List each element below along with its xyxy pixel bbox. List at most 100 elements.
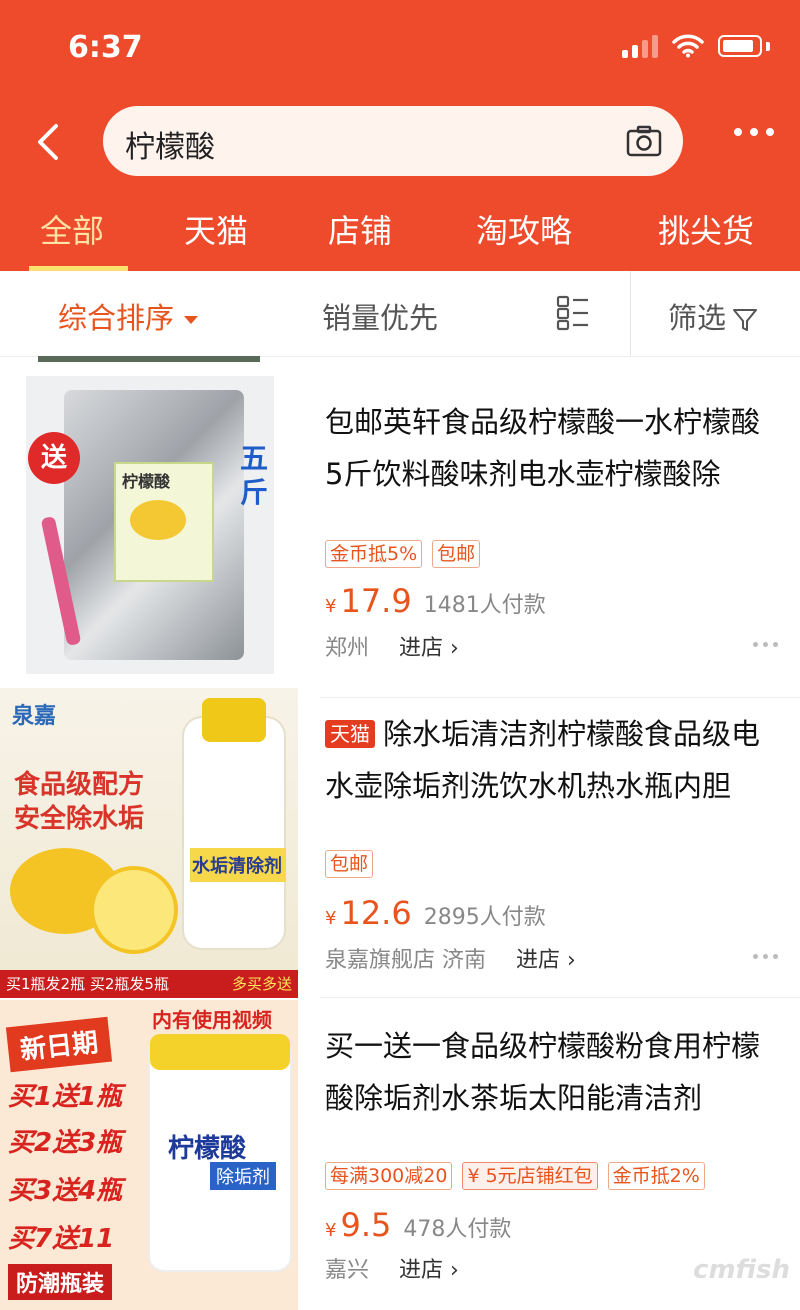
offer-3: 买3送4瓶 [8, 1170, 122, 1207]
product-item[interactable]: 泉嘉 食品级配方 安全除水垢 水垢清除剂 买1瓶发2瓶 买2瓶发5瓶 多买多送 … [0, 688, 800, 998]
tag: 金币抵5% [325, 540, 422, 568]
product-item[interactable]: 柠檬酸 送 五斤 包邮英轩食品级柠檬酸一水柠檬酸5斤饮料酸味剂电水壶柠檬酸除 金… [0, 376, 800, 686]
grid-view-icon[interactable] [556, 295, 590, 331]
gift-badge: 送 [28, 432, 80, 484]
location: 济南 [442, 948, 486, 973]
tab-tmall[interactable]: 天猫 [184, 206, 248, 252]
sort-divider [630, 271, 631, 356]
price-value: 9.5 [340, 1206, 391, 1244]
jar-sublabel: 除垢剂 [210, 1162, 276, 1190]
filter-icon [732, 307, 758, 333]
search-query: 柠檬酸 [125, 122, 215, 166]
lemon-slice-graphic [90, 866, 178, 954]
promo-text: 买1瓶发2瓶 买2瓶发5瓶 [6, 970, 169, 998]
tag: 包邮 [325, 850, 373, 878]
back-arrow-icon[interactable] [28, 120, 72, 164]
tag-row: 包邮 [325, 850, 373, 878]
watermark: cmfish [693, 1255, 790, 1285]
tab-bar: 全部 天猫 店铺 淘攻略 挑尖货 [0, 206, 800, 256]
search-input[interactable]: 柠檬酸 [103, 106, 683, 176]
battery-icon [718, 35, 762, 57]
offer-2: 买2送3瓶 [8, 1122, 122, 1159]
image-headline: 食品级配方 [14, 764, 144, 801]
caret-down-icon [184, 316, 198, 324]
tab-shops[interactable]: 店铺 [328, 206, 392, 252]
tab-premium[interactable]: 挑尖货 [658, 206, 754, 252]
header-bar: 6:37 柠檬酸 全部 天猫 店铺 淘攻略 挑尖货 [0, 0, 800, 271]
product-title-text: 除水垢清洁剂柠檬酸食品级电水壶除垢剂洗饮水机热水瓶内胆 [325, 717, 760, 803]
sort-bar: 综合排序 销量优先 筛选 [0, 271, 800, 357]
product-image[interactable]: 新日期 内有使用视频 买1送1瓶 买2送3瓶 买3送4瓶 买7送11 柠檬酸 除… [0, 1000, 298, 1310]
shop-row: 泉嘉旗舰店 济南 进店 › [325, 942, 576, 974]
filter-button[interactable]: 筛选 [668, 295, 758, 337]
tag: ¥ 5元店铺红包 [462, 1162, 597, 1190]
product-image[interactable]: 泉嘉 食品级配方 安全除水垢 水垢清除剂 买1瓶发2瓶 买2瓶发5瓶 多买多送 [0, 688, 298, 998]
price-row: ¥12.6 2895人付款 [325, 894, 546, 932]
item-separator [320, 997, 800, 998]
brand-logo: 泉嘉 [12, 698, 56, 730]
enter-shop-link[interactable]: 进店 › [399, 630, 459, 662]
more-icon[interactable] [753, 954, 778, 959]
sold-count: 2895人付款 [424, 899, 546, 931]
sold-count: 478人付款 [403, 1211, 511, 1243]
tab-all[interactable]: 全部 [40, 206, 104, 252]
price-value: 17.9 [340, 582, 411, 620]
more-icon[interactable] [753, 642, 778, 647]
enter-shop-link[interactable]: 进店 › [516, 942, 576, 974]
previous-item-edge [38, 356, 260, 362]
offer-1: 买1送1瓶 [8, 1076, 122, 1113]
sold-count: 1481人付款 [424, 587, 546, 619]
filter-label: 筛选 [668, 301, 726, 335]
product-title[interactable]: 买一送一食品级柠檬酸粉食用柠檬酸除垢剂水茶垢太阳能清洁剂 [325, 1020, 775, 1124]
sort-comprehensive-label: 综合排序 [58, 301, 174, 335]
shop-and-location: 泉嘉旗舰店 济南 [325, 942, 486, 974]
price: ¥12.6 [325, 894, 412, 932]
offer-4: 买7送11 [8, 1218, 114, 1255]
status-time: 6:37 [68, 30, 143, 65]
tab-guides[interactable]: 淘攻略 [476, 206, 572, 252]
status-icons [622, 34, 770, 58]
location: 郑州 [325, 630, 369, 662]
product-image[interactable]: 柠檬酸 送 五斤 [26, 376, 274, 674]
tag: 包邮 [432, 540, 480, 568]
bottle-cap [202, 698, 266, 742]
jar-label: 柠檬酸 [168, 1128, 246, 1165]
sort-sales[interactable]: 销量优先 [322, 295, 438, 337]
bag-label: 柠檬酸 [122, 468, 170, 492]
tag: 每满300减20 [325, 1162, 452, 1190]
image-subheadline: 安全除水垢 [14, 798, 144, 835]
sort-comprehensive[interactable]: 综合排序 [58, 295, 198, 337]
battery-tip [766, 42, 770, 51]
product-title[interactable]: 天猫除水垢清洁剂柠檬酸食品级电水壶除垢剂洗饮水机热水瓶内胆 [325, 708, 775, 812]
more-options-icon[interactable] [734, 128, 774, 136]
camera-icon[interactable] [625, 122, 663, 160]
price: ¥17.9 [325, 582, 412, 620]
bottle-label: 水垢清除剂 [190, 848, 286, 882]
price-row: ¥17.9 1481人付款 [325, 582, 546, 620]
jar-lid [150, 1034, 290, 1070]
shop-row: 嘉兴 进店 › [325, 1252, 459, 1284]
shop-name: 泉嘉旗舰店 [325, 948, 435, 973]
price-row: ¥9.5 478人付款 [325, 1206, 511, 1244]
lemon-graphic [130, 500, 186, 540]
location: 嘉兴 [325, 1252, 369, 1284]
bottom-label: 防潮瓶装 [8, 1264, 112, 1300]
tag: 金币抵2% [608, 1162, 705, 1190]
signal-icon [622, 34, 658, 58]
price-value: 12.6 [340, 894, 411, 932]
weight-label: 五斤 [240, 442, 270, 510]
tag-row: 每满300减20 ¥ 5元店铺红包 金币抵2% [325, 1162, 705, 1190]
wifi-icon [672, 34, 704, 58]
tag-row: 金币抵5% 包邮 [325, 540, 480, 568]
new-date-label: 新日期 [6, 1017, 112, 1072]
price: ¥9.5 [325, 1206, 391, 1244]
product-title[interactable]: 包邮英轩食品级柠檬酸一水柠檬酸5斤饮料酸味剂电水壶柠檬酸除 [325, 396, 775, 500]
bottle-graphic [184, 718, 284, 948]
tmall-badge: 天猫 [325, 720, 375, 748]
promo-text-2: 多买多送 [232, 970, 292, 998]
shop-row: 郑州 进店 › [325, 630, 459, 662]
product-item[interactable]: 新日期 内有使用视频 买1送1瓶 买2送3瓶 买3送4瓶 买7送11 柠檬酸 除… [0, 1000, 800, 1310]
enter-shop-link[interactable]: 进店 › [399, 1252, 459, 1284]
video-label: 内有使用视频 [152, 1004, 272, 1033]
promo-banner: 买1瓶发2瓶 买2瓶发5瓶 多买多送 [0, 970, 298, 998]
